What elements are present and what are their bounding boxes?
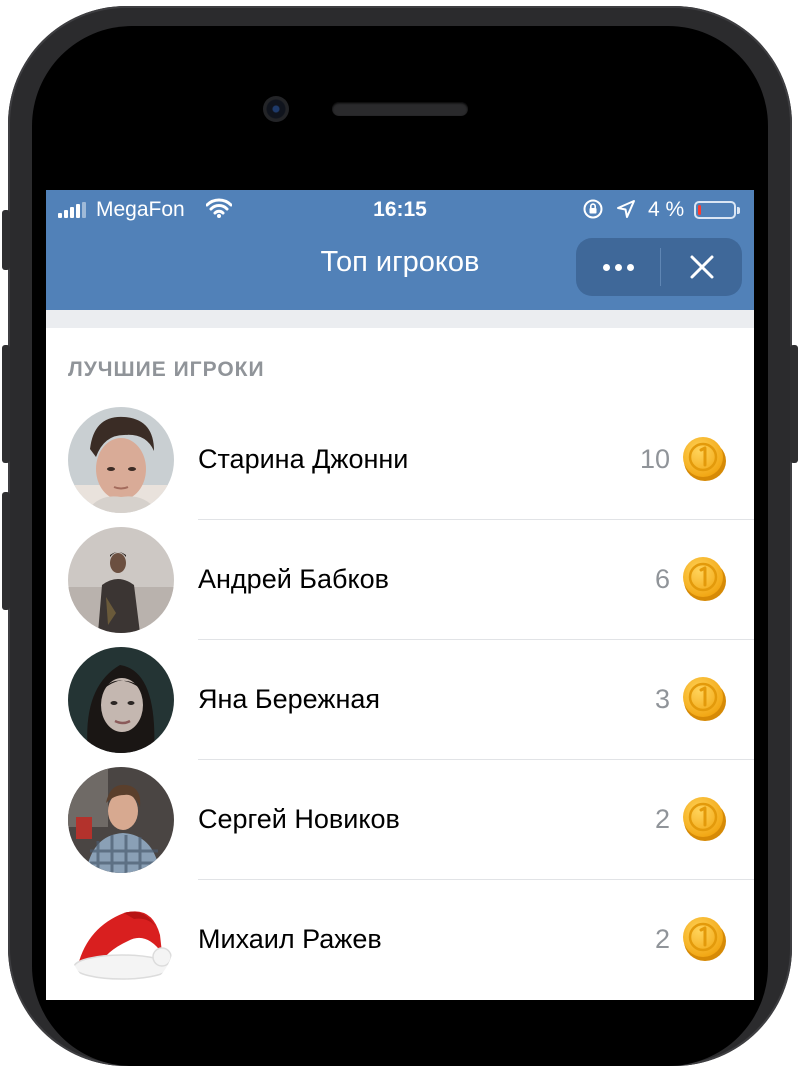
more-dots-icon [626, 263, 634, 271]
power-button [790, 345, 798, 463]
battery-percent: 4 % [648, 198, 685, 221]
location-arrow-icon [617, 200, 635, 218]
close-icon [690, 255, 714, 279]
coin-icon [683, 917, 726, 961]
battery-icon [694, 201, 740, 219]
coin-icon [683, 437, 726, 481]
earpiece-speaker [332, 102, 468, 116]
avatar [68, 527, 174, 633]
status-bar: MegaFon 16:15 4 % [46, 190, 754, 228]
player-score: 2 [654, 804, 670, 834]
coin-icon [683, 677, 726, 721]
player-name: Старина Джонни [198, 444, 409, 474]
player-row[interactable]: Михаил Ражев 2 [46, 880, 754, 1000]
player-score: 2 [654, 924, 670, 954]
player-row[interactable]: Яна Бережная 3 [46, 640, 754, 760]
avatar [68, 887, 174, 993]
app-screen: MegaFon 16:15 4 % Топ игроков ЛУЧШИЕ ИГР… [46, 190, 754, 1000]
player-name: Сергей Новиков [198, 804, 400, 834]
more-dots-icon [602, 263, 610, 271]
player-score: 3 [654, 684, 670, 714]
player-score: 6 [654, 564, 670, 594]
header-separator [46, 310, 754, 328]
player-row[interactable]: Сергей Новиков 2 [46, 760, 754, 880]
coin-icon [683, 557, 726, 601]
player-score: 10 [639, 444, 670, 474]
coin-icon [683, 797, 726, 841]
avatar [68, 767, 174, 873]
player-name: Яна Бережная [198, 684, 380, 714]
app-controls-capsule [576, 238, 742, 296]
front-camera [263, 96, 289, 122]
avatar [68, 407, 174, 513]
capsule-divider [660, 248, 661, 286]
battery-level-fill [698, 205, 701, 215]
player-row[interactable]: Андрей Бабков 6 [46, 520, 754, 640]
close-button[interactable] [662, 238, 742, 296]
player-row[interactable]: Старина Джонни 10 [46, 400, 754, 520]
avatar [68, 647, 174, 753]
volume-down-button [2, 492, 10, 610]
more-button[interactable] [576, 238, 660, 296]
more-dots-icon [614, 263, 622, 271]
header-bar: MegaFon 16:15 4 % Топ игроков [46, 190, 754, 310]
player-name: Андрей Бабков [198, 564, 389, 594]
section-title: ЛУЧШИЕ ИГРОКИ [68, 358, 265, 381]
rotation-lock-icon [583, 199, 603, 219]
mute-switch [2, 210, 10, 270]
volume-up-button [2, 345, 10, 463]
player-name: Михаил Ражев [198, 924, 382, 954]
